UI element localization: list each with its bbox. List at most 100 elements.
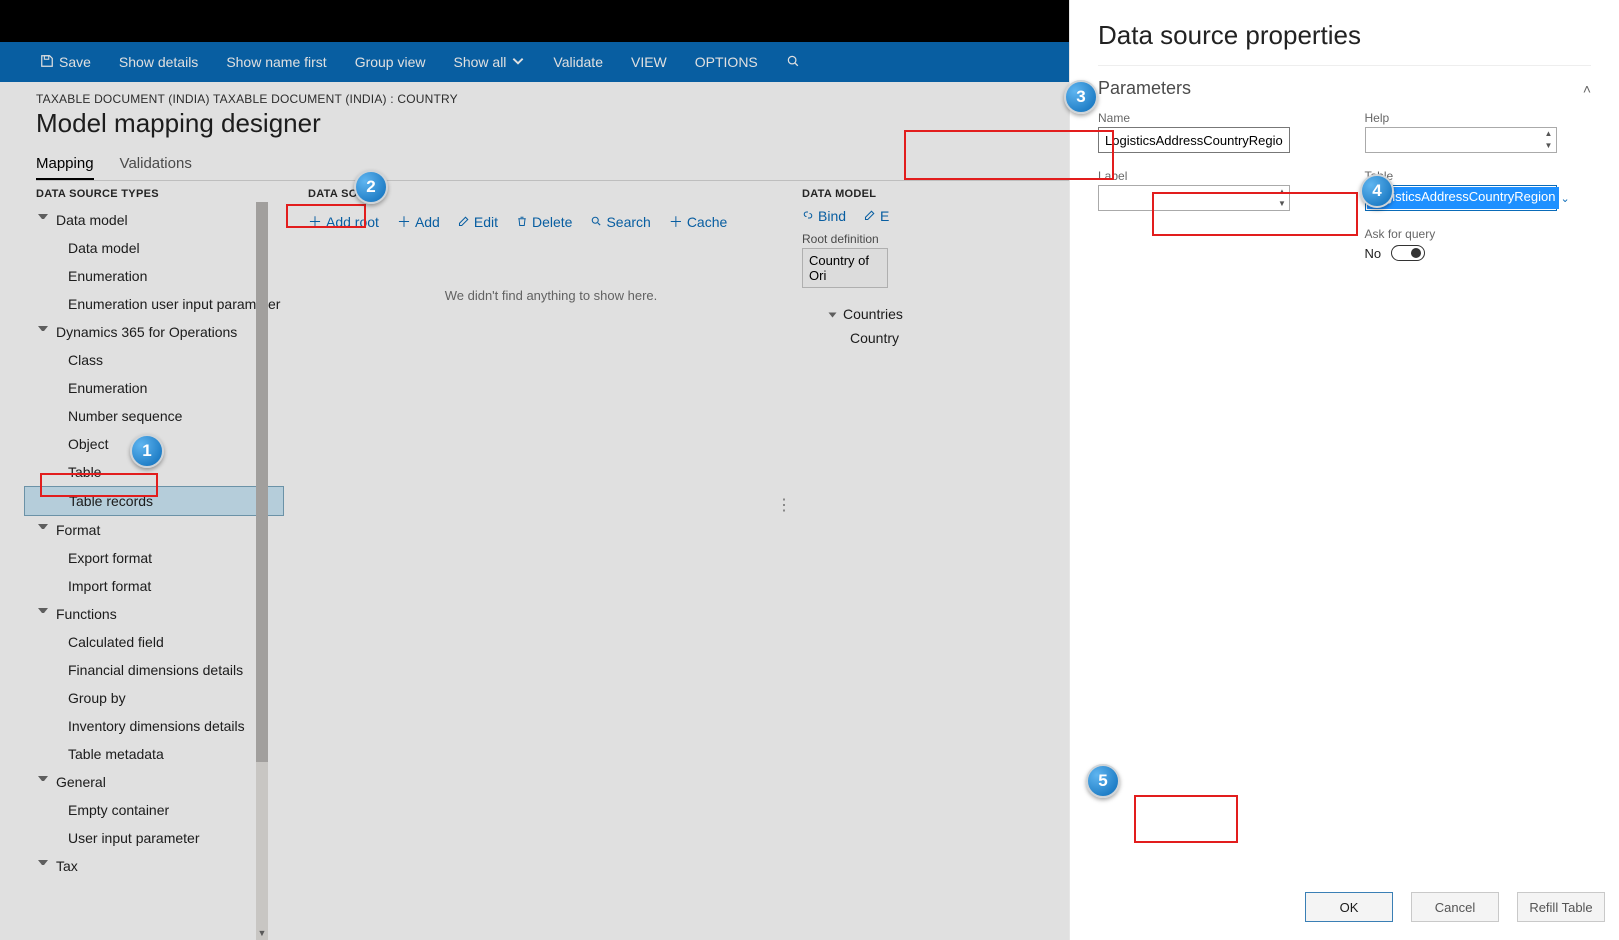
edit-button[interactable]: Edit bbox=[458, 214, 498, 230]
column-data-source-types: DATA SOURCE TYPES Data modelData modelEn… bbox=[24, 182, 284, 940]
types-item[interactable]: Class bbox=[24, 346, 284, 374]
splitter-handle[interactable]: ⋮ bbox=[776, 502, 792, 510]
caret-down-icon bbox=[38, 326, 48, 336]
properties-panel: Data source properties Parameters ˄ Name… bbox=[1069, 0, 1619, 940]
parameters-label: Parameters bbox=[1098, 78, 1191, 99]
refill-table-button[interactable]: Refill Table bbox=[1517, 892, 1605, 922]
caret-down-icon bbox=[38, 860, 48, 870]
caret-down-icon bbox=[38, 776, 48, 786]
types-item[interactable]: Number sequence bbox=[24, 402, 284, 430]
spinner-down-icon[interactable]: ▼ bbox=[1542, 140, 1556, 152]
table-field-wrap: Table LogisticsAddressCountryRegion ⌄ bbox=[1365, 169, 1592, 211]
ok-button[interactable]: OK bbox=[1305, 892, 1393, 922]
types-scrollbar[interactable]: ▲ ▼ bbox=[256, 202, 268, 940]
ask-for-query-toggle[interactable] bbox=[1391, 245, 1425, 261]
chevron-down-icon bbox=[511, 54, 525, 71]
types-item[interactable]: Enumeration user input parameter bbox=[24, 290, 284, 318]
search-icon bbox=[786, 54, 800, 71]
group-view-button[interactable]: Group view bbox=[355, 54, 426, 70]
annotation-callout-1: 1 bbox=[130, 434, 164, 468]
types-item[interactable]: Table metadata bbox=[24, 740, 284, 768]
types-item[interactable]: Calculated field bbox=[24, 628, 284, 656]
scroll-thumb[interactable] bbox=[256, 202, 268, 762]
spinner-up-icon[interactable]: ▲ bbox=[1542, 128, 1556, 140]
types-group[interactable]: Functions bbox=[24, 600, 284, 628]
help-label: Help bbox=[1365, 111, 1592, 125]
view-menu[interactable]: VIEW bbox=[631, 54, 667, 70]
link-icon bbox=[802, 208, 814, 224]
ds-search-button[interactable]: Search bbox=[590, 214, 650, 230]
types-group[interactable]: General bbox=[24, 768, 284, 796]
types-title: DATA SOURCE TYPES bbox=[24, 182, 284, 206]
caret-down-icon bbox=[829, 313, 837, 318]
types-item[interactable]: Enumeration bbox=[24, 374, 284, 402]
bind-button[interactable]: Bind bbox=[802, 208, 846, 224]
name-input[interactable] bbox=[1098, 127, 1290, 153]
root-definition-select[interactable]: Country of Ori bbox=[802, 248, 888, 288]
show-name-first-button[interactable]: Show name first bbox=[226, 54, 326, 70]
types-item[interactable]: Table records bbox=[24, 486, 284, 516]
pencil-icon bbox=[458, 214, 470, 230]
search-icon bbox=[590, 214, 602, 230]
types-item[interactable]: User input parameter bbox=[24, 824, 284, 852]
types-item[interactable]: Export format bbox=[24, 544, 284, 572]
add-root-button[interactable]: ＋ Add root bbox=[308, 212, 379, 232]
scroll-down-icon[interactable]: ▼ bbox=[256, 926, 268, 940]
types-item[interactable]: Import format bbox=[24, 572, 284, 600]
types-group[interactable]: Data model bbox=[24, 206, 284, 234]
save-button[interactable]: Save bbox=[40, 54, 91, 71]
column-data-sources: DATA SOURC ＋ Add root ＋ Add Edit Delete … bbox=[284, 182, 794, 940]
validate-button[interactable]: Validate bbox=[553, 54, 603, 70]
types-item[interactable]: Enumeration bbox=[24, 262, 284, 290]
types-item[interactable]: Empty container bbox=[24, 796, 284, 824]
search-button[interactable] bbox=[786, 54, 800, 71]
delete-button[interactable]: Delete bbox=[516, 214, 572, 230]
help-input[interactable]: ▲▼ bbox=[1365, 127, 1557, 153]
tab-mapping[interactable]: Mapping bbox=[36, 155, 94, 180]
label-label: Label bbox=[1098, 169, 1325, 183]
label-input[interactable]: ▲▼ bbox=[1098, 185, 1290, 211]
show-details-button[interactable]: Show details bbox=[119, 54, 198, 70]
save-icon bbox=[40, 54, 54, 71]
plus-icon: ＋ bbox=[397, 212, 411, 232]
types-group[interactable]: Dynamics 365 for Operations bbox=[24, 318, 284, 346]
save-label: Save bbox=[59, 54, 91, 70]
spinner-up-icon[interactable]: ▲ bbox=[1275, 186, 1289, 198]
ask-label: Ask for query bbox=[1365, 227, 1592, 241]
parameters-section-header[interactable]: Parameters ˄ bbox=[1098, 66, 1591, 105]
types-item[interactable]: Inventory dimensions details bbox=[24, 712, 284, 740]
types-group[interactable]: Tax bbox=[24, 852, 284, 880]
panel-title: Data source properties bbox=[1098, 20, 1591, 66]
types-item[interactable]: Group by bbox=[24, 684, 284, 712]
name-label: Name bbox=[1098, 111, 1325, 125]
options-menu[interactable]: OPTIONS bbox=[695, 54, 758, 70]
table-label: Table bbox=[1365, 169, 1592, 183]
tab-validations[interactable]: Validations bbox=[120, 155, 192, 180]
caret-down-icon bbox=[38, 608, 48, 618]
chevron-up-icon[interactable]: ˄ bbox=[1583, 81, 1591, 97]
caret-down-icon bbox=[38, 214, 48, 224]
sources-empty-message: We didn't find anything to show here. bbox=[308, 238, 794, 303]
types-tree: Data modelData modelEnumerationEnumerati… bbox=[24, 206, 284, 880]
label-field-wrap: Label ▲▼ bbox=[1098, 169, 1325, 211]
annotation-callout-2: 2 bbox=[354, 170, 388, 204]
table-value: LogisticsAddressCountryRegion bbox=[1367, 187, 1560, 209]
ask-for-query-wrap: Ask for query No bbox=[1365, 227, 1592, 261]
sources-toolbar: ＋ Add root ＋ Add Edit Delete Search ＋ C bbox=[308, 206, 794, 238]
pencil-icon bbox=[864, 208, 876, 224]
cache-button[interactable]: ＋ Cache bbox=[669, 212, 727, 232]
add-button[interactable]: ＋ Add bbox=[397, 212, 440, 232]
cancel-button[interactable]: Cancel bbox=[1411, 892, 1499, 922]
model-edit-button[interactable]: E bbox=[864, 208, 889, 224]
annotation-callout-4: 4 bbox=[1360, 174, 1394, 208]
annotation-callout-3: 3 bbox=[1064, 80, 1098, 114]
types-item[interactable]: Financial dimensions details bbox=[24, 656, 284, 684]
spinner-down-icon[interactable]: ▼ bbox=[1275, 198, 1289, 210]
plus-icon: ＋ bbox=[308, 212, 322, 232]
show-all-button[interactable]: Show all bbox=[454, 54, 526, 71]
name-field-wrap: Name bbox=[1098, 111, 1325, 153]
types-group[interactable]: Format bbox=[24, 516, 284, 544]
types-item[interactable]: Data model bbox=[24, 234, 284, 262]
caret-down-icon bbox=[38, 524, 48, 534]
chevron-down-icon[interactable]: ⌄ bbox=[1560, 192, 1569, 205]
